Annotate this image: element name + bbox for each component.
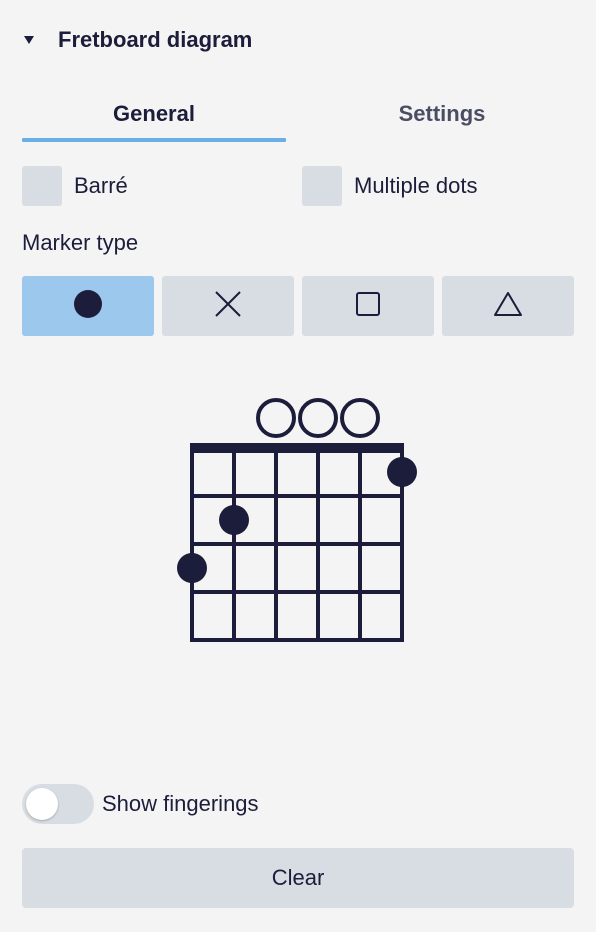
tab-general[interactable]: General [22, 86, 286, 142]
finger-dot [177, 553, 207, 583]
marker-cross-button[interactable] [162, 276, 294, 336]
fretboard-diagram[interactable] [170, 380, 430, 660]
fretboard-nut [190, 443, 404, 453]
section-title: Fretboard diagram [58, 27, 253, 52]
finger-dots [177, 457, 417, 583]
triangle-icon [493, 290, 523, 323]
barre-checkbox[interactable] [22, 166, 62, 206]
show-fingerings-toggle-row[interactable]: Show fingerings [22, 784, 259, 824]
marker-triangle-button[interactable] [442, 276, 574, 336]
multiple-dots-checkbox[interactable] [302, 166, 342, 206]
open-string-marker [298, 398, 338, 438]
finger-dot [219, 505, 249, 535]
active-tab-indicator [22, 138, 286, 142]
marker-square-button[interactable] [302, 276, 434, 336]
triangle-down-icon [22, 33, 36, 47]
tab-bar: General Settings [22, 86, 574, 142]
open-string-marker [256, 398, 296, 438]
barre-label: Barré [74, 173, 128, 198]
multiple-dots-label: Multiple dots [354, 173, 478, 198]
marker-circle-button[interactable] [22, 276, 154, 336]
multiple-dots-checkbox-row[interactable]: Multiple dots [302, 166, 478, 206]
toggle-knob [26, 788, 58, 820]
marker-type-label: Marker type [22, 230, 139, 255]
cross-icon [214, 290, 242, 323]
marker-type-group [22, 276, 574, 336]
open-string-marker [340, 398, 380, 438]
square-icon [355, 291, 381, 322]
fretboard-grid [190, 443, 404, 642]
clear-button[interactable]: Clear [22, 848, 574, 908]
show-fingerings-label: Show fingerings [102, 791, 259, 816]
filled-circle-icon [73, 289, 103, 324]
show-fingerings-toggle[interactable] [22, 784, 94, 824]
barre-checkbox-row[interactable]: Barré [22, 166, 128, 206]
fretboard-diagram-panel: Fretboard diagram General Settings Barré… [0, 0, 596, 932]
open-string-markers [256, 398, 380, 438]
finger-dot [387, 457, 417, 487]
tab-settings[interactable]: Settings [310, 86, 574, 142]
section-header[interactable]: Fretboard diagram [22, 24, 252, 56]
